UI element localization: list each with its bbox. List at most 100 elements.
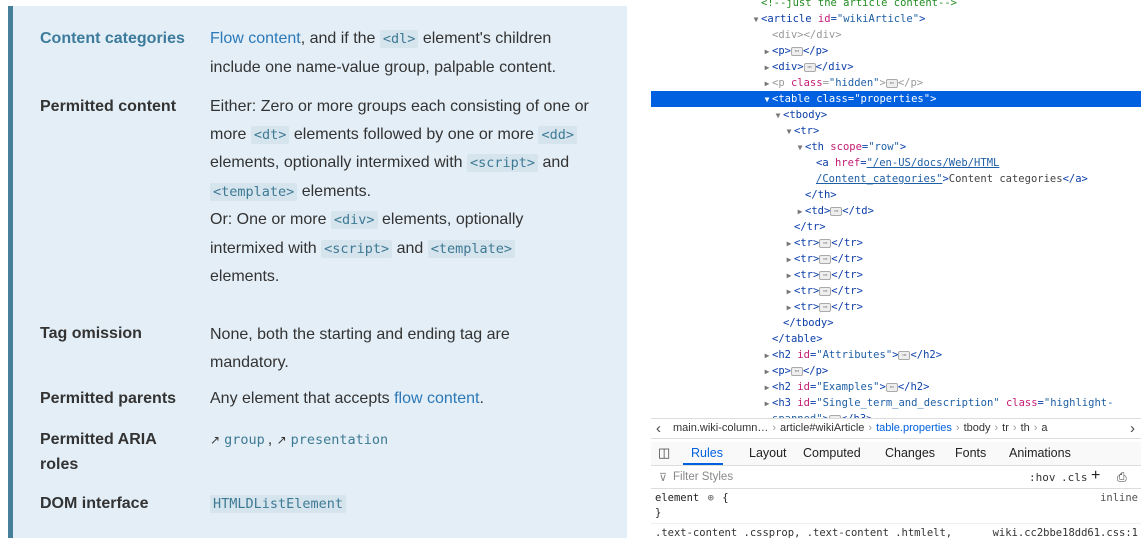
tab-changes[interactable]: Changes bbox=[885, 446, 935, 460]
markup-node[interactable]: ▼ <th scope="row"> bbox=[651, 139, 1141, 155]
external-link[interactable]: ↗ presentation bbox=[277, 431, 392, 448]
ellipsis-button[interactable]: ⋯ bbox=[819, 286, 832, 296]
ellipsis-button[interactable]: ⋯ bbox=[790, 46, 803, 56]
chevron-right-icon[interactable]: › bbox=[1130, 419, 1135, 438]
tab-fonts[interactable]: Fonts bbox=[955, 446, 986, 460]
collapse-arrow-icon[interactable]: ▶ bbox=[762, 396, 772, 412]
markup-node[interactable]: ▼ <article id="wikiArticle"> bbox=[651, 11, 1141, 27]
breadcrumb-item[interactable]: article#wikiArticle bbox=[780, 422, 864, 434]
ellipsis-button[interactable]: ⋯ bbox=[885, 382, 898, 392]
filter-styles-input[interactable]: Filter Styles bbox=[673, 471, 733, 483]
ellipsis-button[interactable]: ⋯ bbox=[803, 62, 816, 72]
markup-node[interactable]: ▶ <h2 id="Attributes"> ⋯ </h2> bbox=[651, 347, 1141, 363]
collapse-arrow-icon[interactable]: ▶ bbox=[762, 380, 772, 396]
collapse-arrow-icon[interactable]: ▶ bbox=[784, 300, 794, 316]
ellipsis-button[interactable]: ⋯ bbox=[819, 302, 832, 312]
markup-node[interactable]: ▶ <td> ⋯ </td> bbox=[651, 203, 1141, 219]
ellipsis-button[interactable]: ⋯ bbox=[819, 254, 832, 264]
property-value: ↗ group, ↗ presentation bbox=[210, 426, 605, 455]
add-rule-button[interactable]: + bbox=[1091, 467, 1100, 485]
expand-arrow-icon[interactable]: ▼ bbox=[784, 124, 794, 140]
markup-token: class bbox=[816, 93, 848, 105]
markup-node[interactable]: ▶ <div> ⋯ </div> bbox=[651, 59, 1141, 75]
markup-node[interactable]: ▶ <tr> ⋯ </tr> bbox=[651, 283, 1141, 299]
doc-link[interactable]: flow content bbox=[394, 390, 479, 407]
markup-token: id bbox=[797, 397, 810, 409]
markup-node[interactable]: ▼ <tbody> bbox=[651, 107, 1141, 123]
markup-node[interactable]: /Content_categories">Content categories<… bbox=[651, 171, 1141, 187]
ellipsis-button[interactable]: ⋯ bbox=[790, 366, 803, 376]
breadcrumb-item[interactable]: tbody bbox=[964, 422, 991, 434]
markup-node[interactable]: ▼ <tr> bbox=[651, 123, 1141, 139]
rule-source-link[interactable]: wiki.cc2bbe18dd61.css:1 bbox=[993, 527, 1138, 539]
print-simulation-icon[interactable]: ⎙ bbox=[1117, 470, 1127, 485]
sidebar-toggle-icon[interactable]: ◫ bbox=[658, 445, 670, 461]
ellipsis-button[interactable]: ⋯ bbox=[885, 78, 898, 88]
expand-arrow-icon[interactable]: ▼ bbox=[751, 12, 761, 28]
markup-node[interactable]: ▶ <h3 id="Single_term_and_description" cl… bbox=[651, 395, 1141, 411]
chevron-left-icon[interactable]: ‹ bbox=[656, 419, 661, 438]
markup-node[interactable]: ▶ <p> ⋯ </p> bbox=[651, 363, 1141, 379]
markup-token: <th bbox=[805, 141, 831, 153]
collapse-arrow-icon[interactable]: ▶ bbox=[762, 60, 772, 76]
collapse-arrow-icon[interactable]: ▶ bbox=[784, 236, 794, 252]
markup-node[interactable]: ▶ <p> ⋯ </p> bbox=[651, 43, 1141, 59]
doc-link[interactable]: Flow content bbox=[210, 30, 301, 47]
markup-node[interactable]: ▶ <h2 id="Examples"> ⋯ </h2> bbox=[651, 379, 1141, 395]
collapse-arrow-icon[interactable]: ▶ bbox=[784, 268, 794, 284]
markup-node[interactable]: ▶ <tr> ⋯ </tr> bbox=[651, 251, 1141, 267]
external-link[interactable]: ↗ group bbox=[210, 431, 268, 448]
markup-node[interactable]: </table> bbox=[651, 331, 1141, 347]
tab-computed[interactable]: Computed bbox=[803, 446, 861, 460]
tab-rules[interactable]: Rules bbox=[691, 446, 723, 460]
property-label: Content categories bbox=[40, 30, 185, 47]
ellipsis-button[interactable]: ⋯ bbox=[830, 206, 843, 216]
breadcrumb-item[interactable]: th bbox=[1021, 422, 1030, 434]
breadcrumb-item[interactable]: main.wiki-column… bbox=[673, 422, 768, 434]
breadcrumb-item[interactable]: a bbox=[1041, 422, 1047, 434]
cls-toggle-button[interactable]: .cls bbox=[1061, 471, 1088, 484]
highlight-icon[interactable]: ⊕ bbox=[708, 492, 714, 504]
rule-element-selector[interactable]: element ⊕ { bbox=[655, 492, 729, 504]
ellipsis-button[interactable]: ⋯ bbox=[819, 270, 832, 280]
markup-token: </td> bbox=[842, 205, 874, 217]
breadcrumb-item[interactable]: tr bbox=[1002, 422, 1009, 434]
markup-view[interactable]: <!--just the article content--> ▼ <article… bbox=[651, 0, 1141, 418]
markup-node[interactable]: <a href="/en-US/docs/Web/HTML bbox=[651, 155, 1141, 171]
rule-selector-next[interactable]: .text-content .cssprop, .text-content .h… bbox=[655, 527, 952, 539]
markup-node[interactable]: <div></div> bbox=[651, 27, 1141, 43]
expand-arrow-icon[interactable]: ▼ bbox=[762, 92, 772, 108]
markup-token: > bbox=[930, 93, 937, 105]
markup-node[interactable]: <!--just the article content--> bbox=[651, 0, 1141, 11]
markup-node[interactable]: spanned">⋯</h3> bbox=[651, 411, 1141, 418]
markup-node[interactable]: ▶ <p class="hidden"> ⋯ </p> bbox=[651, 75, 1141, 91]
breadcrumb-item[interactable]: table.properties bbox=[876, 422, 952, 434]
collapse-arrow-icon[interactable]: ▶ bbox=[762, 364, 772, 380]
collapse-arrow-icon[interactable]: ▶ bbox=[762, 44, 772, 60]
expand-arrow-icon[interactable]: ▼ bbox=[773, 108, 783, 124]
tab-layout[interactable]: Layout bbox=[749, 446, 787, 460]
ellipsis-button[interactable]: ⋯ bbox=[819, 238, 832, 248]
selected-node[interactable]: ▼ <table class="properties"> bbox=[651, 91, 1141, 107]
markup-token[interactable]: "/en-US/docs/Web/HTML bbox=[867, 157, 1000, 169]
collapse-arrow-icon[interactable]: ▶ bbox=[784, 252, 794, 268]
ellipsis-button[interactable]: ⋯ bbox=[898, 350, 911, 360]
collapse-arrow-icon[interactable]: ▶ bbox=[795, 204, 805, 220]
collapse-arrow-icon[interactable]: ▶ bbox=[784, 284, 794, 300]
markup-node[interactable]: </tbody> bbox=[651, 315, 1141, 331]
markup-node[interactable]: ▶ <tr> ⋯ </tr> bbox=[651, 267, 1141, 283]
markup-token: </a> bbox=[1062, 173, 1088, 185]
expand-arrow-icon[interactable]: ▼ bbox=[795, 140, 805, 156]
markup-node[interactable]: ▶ <tr> ⋯ </tr> bbox=[651, 299, 1141, 315]
markup-node[interactable]: </tr> bbox=[651, 219, 1141, 235]
markup-node[interactable]: </th> bbox=[651, 187, 1141, 203]
markup-token[interactable]: /Content_categories" bbox=[816, 173, 942, 185]
tab-animations[interactable]: Animations bbox=[1009, 446, 1071, 460]
text: elements followed by one or more bbox=[289, 125, 539, 143]
collapse-arrow-icon[interactable]: ▶ bbox=[762, 348, 772, 364]
property-line: more <dt> elements followed by one or mo… bbox=[210, 121, 605, 150]
markup-node[interactable]: ▶ <tr> ⋯ </tr> bbox=[651, 235, 1141, 251]
hov-toggle-button[interactable]: :hov bbox=[1029, 471, 1056, 484]
property-line: Flow content, and if the <dl> element's … bbox=[210, 25, 605, 54]
collapse-arrow-icon[interactable]: ▶ bbox=[762, 76, 772, 92]
